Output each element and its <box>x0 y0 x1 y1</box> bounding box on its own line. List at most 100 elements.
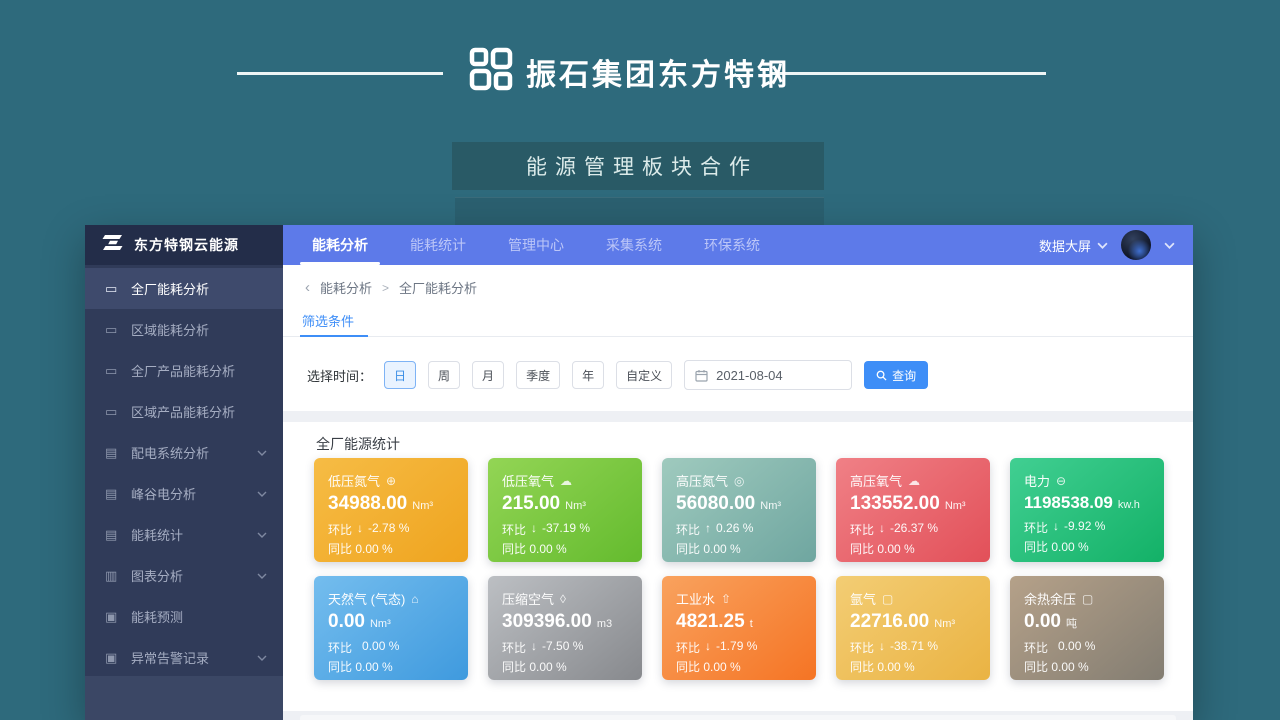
avatar[interactable] <box>1121 230 1151 260</box>
year-ratio: 同比 0.00 % <box>1024 538 1152 555</box>
year-ratio: 同比 0.00 % <box>1024 658 1152 675</box>
ring-ratio: 环比↓-26.37 % <box>850 521 978 538</box>
chevron-down-icon <box>257 491 267 497</box>
chevron-down-icon <box>257 450 267 456</box>
brand-header: 振石集团东方特钢 <box>468 46 790 97</box>
inspect-icon: ▣ <box>105 609 122 625</box>
z-logo-icon <box>101 234 125 256</box>
divider-line-left <box>237 72 443 75</box>
tab-management-center[interactable]: 管理中心 <box>487 225 585 265</box>
stat-card-grid: 低压氮气⊕ 34988.00Nm³ 环比↓-2.78 % 同比 0.00 % 低… <box>314 458 1164 680</box>
panel-icon: ▭ <box>105 363 122 379</box>
time-option-custom[interactable]: 自定义 <box>616 361 672 389</box>
oxygen-icon: ☁ <box>560 474 572 488</box>
sidebar-item-label: 全厂能耗分析 <box>131 279 209 298</box>
chevron-down-icon <box>1097 242 1108 249</box>
section-title: 全厂能源统计 <box>316 434 400 454</box>
sidebar-logo: 东方特钢云能源 <box>85 225 283 265</box>
heat-icon: ▢ <box>1082 592 1093 606</box>
sidebar-item-plant-product-energy[interactable]: ▭ 全厂产品能耗分析 <box>85 350 283 391</box>
page: 振石集团东方特钢 能源管理板块合作 东方特钢云能源 ▭ 全 <box>0 0 1280 720</box>
sidebar-item-plant-energy[interactable]: ▭ 全厂能耗分析 <box>85 268 283 309</box>
sidebar-item-label: 异常告警记录 <box>131 648 209 667</box>
sidebar-footer <box>85 676 283 720</box>
card-value: 22716.00Nm³ <box>850 611 978 633</box>
nitrogen-icon: ◎ <box>734 474 744 488</box>
card-unit: kw.h <box>1118 499 1140 511</box>
card-unit: Nm³ <box>760 500 781 512</box>
year-ratio: 同比 0.00 % <box>328 658 456 675</box>
sidebar-item-peak-valley[interactable]: ▤ 峰谷电分析 <box>85 473 283 514</box>
card-value: 1198538.09kw.h <box>1024 493 1152 513</box>
filter-row: 选择时间： 日 周 月 季度 年 自定义 <box>307 359 928 391</box>
time-option-month[interactable]: 月 <box>472 361 504 389</box>
breadcrumb-level2: 全厂能耗分析 <box>399 278 477 297</box>
card-name: 压缩空气 <box>502 589 554 608</box>
divider <box>283 336 1193 337</box>
tab-energy-stats[interactable]: 能耗统计 <box>389 225 487 265</box>
tab-label: 管理中心 <box>508 235 564 255</box>
divider-line-right <box>770 72 1046 75</box>
panel-icon: ▭ <box>105 281 122 297</box>
tab-environment-system[interactable]: 环保系统 <box>683 225 781 265</box>
data-screen-menu[interactable]: 数据大屏 <box>1039 236 1108 255</box>
panel-icon: ▭ <box>105 404 122 420</box>
year-ratio: 同比 0.00 % <box>502 540 630 557</box>
ring-ratio: 环比↓-1.79 % <box>676 639 804 656</box>
back-icon[interactable]: ‹ <box>305 280 310 295</box>
sidebar-item-chart-analysis[interactable]: ▥ 图表分析 <box>85 555 283 596</box>
date-input[interactable] <box>716 368 841 383</box>
oxygen-icon: ☁ <box>908 474 920 488</box>
card-value: 34988.00Nm³ <box>328 493 456 515</box>
sidebar-menu: ▭ 全厂能耗分析 ▭ 区域能耗分析 ▭ 全厂产品能耗分析 ▭ 区域产品能耗分析 … <box>85 268 283 678</box>
card-argon: 氩气▢ 22716.00Nm³ 环比↓-38.71 % 同比 0.00 % <box>836 576 990 680</box>
main-content: ‹ 能耗分析 > 全厂能耗分析 筛选条件 选择时间： 日 周 月 季度 年 自定… <box>283 265 1193 720</box>
card-value: 215.00Nm³ <box>502 493 630 515</box>
time-option-week[interactable]: 周 <box>428 361 460 389</box>
card-name: 工业水 <box>676 589 715 608</box>
card-name: 天然气 (气态) <box>328 589 405 608</box>
tab-energy-analysis[interactable]: 能耗分析 <box>291 225 389 265</box>
year-ratio: 同比 0.00 % <box>328 540 456 557</box>
sidebar-item-label: 能耗统计 <box>131 525 183 544</box>
ring-ratio: 环比↓-9.92 % <box>1024 519 1152 536</box>
card-name: 电力 <box>1024 471 1050 490</box>
tab-filter-conditions[interactable]: 筛选条件 <box>302 311 354 330</box>
breadcrumb-separator: > <box>382 281 389 295</box>
breadcrumb: ‹ 能耗分析 > 全厂能耗分析 <box>305 278 477 297</box>
argon-icon: ▢ <box>882 592 893 606</box>
tab-label: 能耗统计 <box>410 235 466 255</box>
card-unit: Nm³ <box>412 500 433 512</box>
sidebar-item-region-product-energy[interactable]: ▭ 区域产品能耗分析 <box>85 391 283 432</box>
time-option-quarter[interactable]: 季度 <box>516 361 560 389</box>
chevron-down-icon <box>257 532 267 538</box>
down-arrow-icon: ↓ <box>531 639 537 656</box>
tab-collection-system[interactable]: 采集系统 <box>585 225 683 265</box>
sidebar-item-region-energy[interactable]: ▭ 区域能耗分析 <box>85 309 283 350</box>
document-icon: ▤ <box>105 445 122 461</box>
sidebar-item-power-distribution[interactable]: ▤ 配电系统分析 <box>85 432 283 473</box>
sidebar-item-energy-forecast[interactable]: ▣ 能耗预测 <box>85 596 283 637</box>
stats-panel: 全厂能源统计 低压氮气⊕ 34988.00Nm³ 环比↓-2.78 % 同比 0… <box>283 422 1193 711</box>
card-natural-gas: 天然气 (气态)⌂ 0.00Nm³ 环比0.00 % 同比 0.00 % <box>314 576 468 680</box>
sidebar-item-label: 能耗预测 <box>131 607 183 626</box>
card-name: 低压氧气 <box>502 471 554 490</box>
query-button[interactable]: 查询 <box>864 361 928 389</box>
year-ratio: 同比 0.00 % <box>850 540 978 557</box>
ring-ratio: 环比↓-2.78 % <box>328 521 456 538</box>
card-electricity: 电力⊖ 1198538.09kw.h 环比↓-9.92 % 同比 0.00 % <box>1010 458 1164 562</box>
time-option-year[interactable]: 年 <box>572 361 604 389</box>
sidebar-item-alarm-records[interactable]: ▣ 异常告警记录 <box>85 637 283 678</box>
sidebar-item-label: 区域产品能耗分析 <box>131 402 235 421</box>
time-option-day[interactable]: 日 <box>384 361 416 389</box>
card-value: 133552.00Nm³ <box>850 493 978 515</box>
user-menu-chevron-icon[interactable] <box>1164 242 1175 249</box>
brand-logo-icon <box>468 46 514 97</box>
card-value: 309396.00m3 <box>502 611 630 633</box>
breadcrumb-level1[interactable]: 能耗分析 <box>320 278 372 297</box>
ring-ratio: 环比0.00 % <box>328 639 456 656</box>
date-picker[interactable] <box>684 360 852 390</box>
sidebar-item-energy-stats[interactable]: ▤ 能耗统计 <box>85 514 283 555</box>
navbar-right: 数据大屏 <box>1039 230 1193 260</box>
next-section-hint <box>300 715 1176 720</box>
